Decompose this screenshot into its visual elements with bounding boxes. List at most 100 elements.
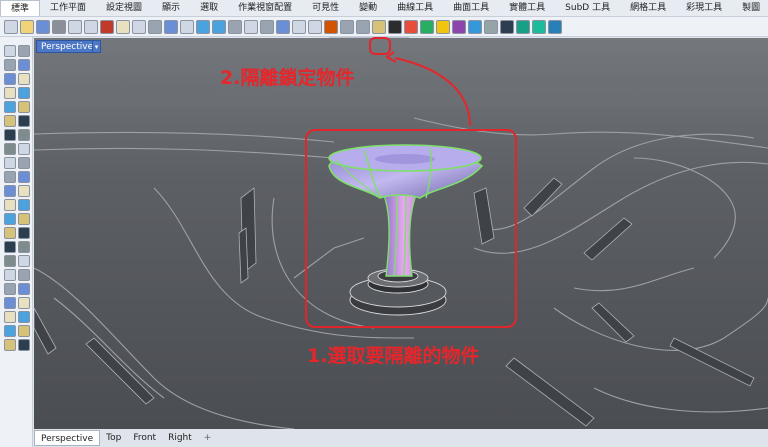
viewport-menu-caret[interactable]: ▾ xyxy=(92,40,101,53)
point-icon[interactable] xyxy=(18,45,30,57)
surface-icon[interactable] xyxy=(4,283,16,295)
rectangle-icon[interactable] xyxy=(18,87,30,99)
isolate-icon[interactable] xyxy=(372,19,386,34)
group-icon[interactable] xyxy=(18,199,30,211)
properties-icon[interactable] xyxy=(276,19,290,34)
new-file-icon[interactable] xyxy=(4,19,18,34)
copy-icon[interactable] xyxy=(100,19,114,34)
lock-icon[interactable] xyxy=(340,19,354,34)
menu-tab[interactable]: 設定視圖 xyxy=(96,0,152,16)
surface-icon[interactable] xyxy=(4,101,16,113)
sphere-icon[interactable] xyxy=(4,297,16,309)
text-icon[interactable] xyxy=(4,185,16,197)
box-icon[interactable] xyxy=(18,283,30,295)
menu-tab[interactable]: 可見性 xyxy=(302,0,349,16)
copy-icon[interactable] xyxy=(18,325,30,337)
import-icon[interactable] xyxy=(68,19,82,34)
print-icon[interactable] xyxy=(52,19,66,34)
view-tab[interactable]: Right xyxy=(162,430,198,446)
menu-tab[interactable]: 顯示 xyxy=(152,0,190,16)
menu-tab[interactable]: 變動 xyxy=(349,0,387,16)
curve-icon[interactable] xyxy=(4,73,16,85)
menu-tab[interactable]: 曲線工具 xyxy=(387,0,443,16)
sphere-icon[interactable] xyxy=(404,19,418,34)
undo-icon[interactable] xyxy=(132,19,146,34)
line-icon[interactable] xyxy=(4,241,16,253)
menu-tab[interactable]: 選取 xyxy=(190,0,228,16)
extrude-icon[interactable] xyxy=(18,297,30,309)
arc-icon[interactable] xyxy=(4,87,16,99)
arc-icon[interactable] xyxy=(4,269,16,281)
open-file-icon[interactable] xyxy=(20,19,34,34)
hide-icon[interactable] xyxy=(356,19,370,34)
paste-icon[interactable] xyxy=(116,19,130,34)
fillet-icon[interactable] xyxy=(18,311,30,323)
select-icon[interactable] xyxy=(4,45,16,57)
pan-icon[interactable] xyxy=(148,19,162,34)
help-icon[interactable] xyxy=(468,19,482,34)
boolean-icon[interactable] xyxy=(4,129,16,141)
copy-icon[interactable] xyxy=(18,143,30,155)
new-file-icon[interactable] xyxy=(484,19,498,34)
sphere-icon[interactable] xyxy=(4,115,16,127)
add-view-tab-button[interactable]: + xyxy=(198,433,218,443)
boolean-icon[interactable] xyxy=(4,311,16,323)
scale-icon[interactable] xyxy=(18,157,30,169)
zoom-extents-icon[interactable] xyxy=(212,19,226,34)
view-tab[interactable]: Front xyxy=(127,430,162,446)
view-tab[interactable]: Perspective xyxy=(34,430,101,446)
menu-tab[interactable]: 製圖 xyxy=(732,0,768,16)
save-icon[interactable] xyxy=(36,19,50,34)
select-icon[interactable] xyxy=(4,227,16,239)
menu-tab[interactable]: 實體工具 xyxy=(499,0,555,16)
extrude-icon[interactable] xyxy=(18,115,30,127)
menu-tab[interactable]: 曲面工具 xyxy=(443,0,499,16)
analyze-icon[interactable] xyxy=(18,213,30,225)
menu-tab[interactable]: 網格工具 xyxy=(620,0,676,16)
viewport-title[interactable]: Perspective xyxy=(36,40,99,53)
box-icon[interactable] xyxy=(18,101,30,113)
circle-icon[interactable] xyxy=(18,73,30,85)
fillet-icon[interactable] xyxy=(18,129,30,141)
zoom-window-icon[interactable] xyxy=(196,19,210,34)
save-icon[interactable] xyxy=(516,19,530,34)
open-file-icon[interactable] xyxy=(500,19,514,34)
render-icon[interactable] xyxy=(324,19,338,34)
grid-icon[interactable] xyxy=(244,19,258,34)
point-icon[interactable] xyxy=(18,227,30,239)
cut-icon[interactable] xyxy=(84,19,98,34)
layer-icon[interactable] xyxy=(292,19,306,34)
array-icon[interactable] xyxy=(18,171,30,183)
material-icon[interactable] xyxy=(388,19,402,34)
rotate-icon[interactable] xyxy=(4,157,16,169)
dimension-icon[interactable] xyxy=(18,185,30,197)
shade-icon[interactable] xyxy=(260,19,274,34)
zoom-selected-icon[interactable] xyxy=(228,19,242,34)
light-icon[interactable] xyxy=(308,19,322,34)
sun-icon[interactable] xyxy=(436,19,450,34)
zoom-icon[interactable] xyxy=(180,19,194,34)
view-tab[interactable]: Top xyxy=(100,430,127,446)
block-icon[interactable] xyxy=(4,199,16,211)
scale-icon[interactable] xyxy=(18,339,30,351)
menu-tab[interactable]: 彩現工具 xyxy=(676,0,732,16)
env-icon[interactable] xyxy=(420,19,434,34)
check-icon[interactable] xyxy=(4,213,16,225)
menu-tab[interactable]: 作業視窗配置 xyxy=(228,0,302,16)
move-icon[interactable] xyxy=(4,143,16,155)
rectangle-icon[interactable] xyxy=(18,269,30,281)
menu-tab[interactable]: SubD 工具 xyxy=(555,0,620,16)
camera-icon[interactable] xyxy=(452,19,466,34)
polyline-icon[interactable] xyxy=(18,59,30,71)
import-icon[interactable] xyxy=(548,19,562,34)
menu-tab[interactable]: 工作平面 xyxy=(40,0,96,16)
menu-tab[interactable]: 標準 xyxy=(0,0,41,16)
line-icon[interactable] xyxy=(4,59,16,71)
rotate-icon[interactable] xyxy=(164,19,178,34)
rotate-icon[interactable] xyxy=(4,339,16,351)
polyline-icon[interactable] xyxy=(18,241,30,253)
print-icon[interactable] xyxy=(532,19,546,34)
move-icon[interactable] xyxy=(4,325,16,337)
mirror-icon[interactable] xyxy=(4,171,16,183)
circle-icon[interactable] xyxy=(18,255,30,267)
